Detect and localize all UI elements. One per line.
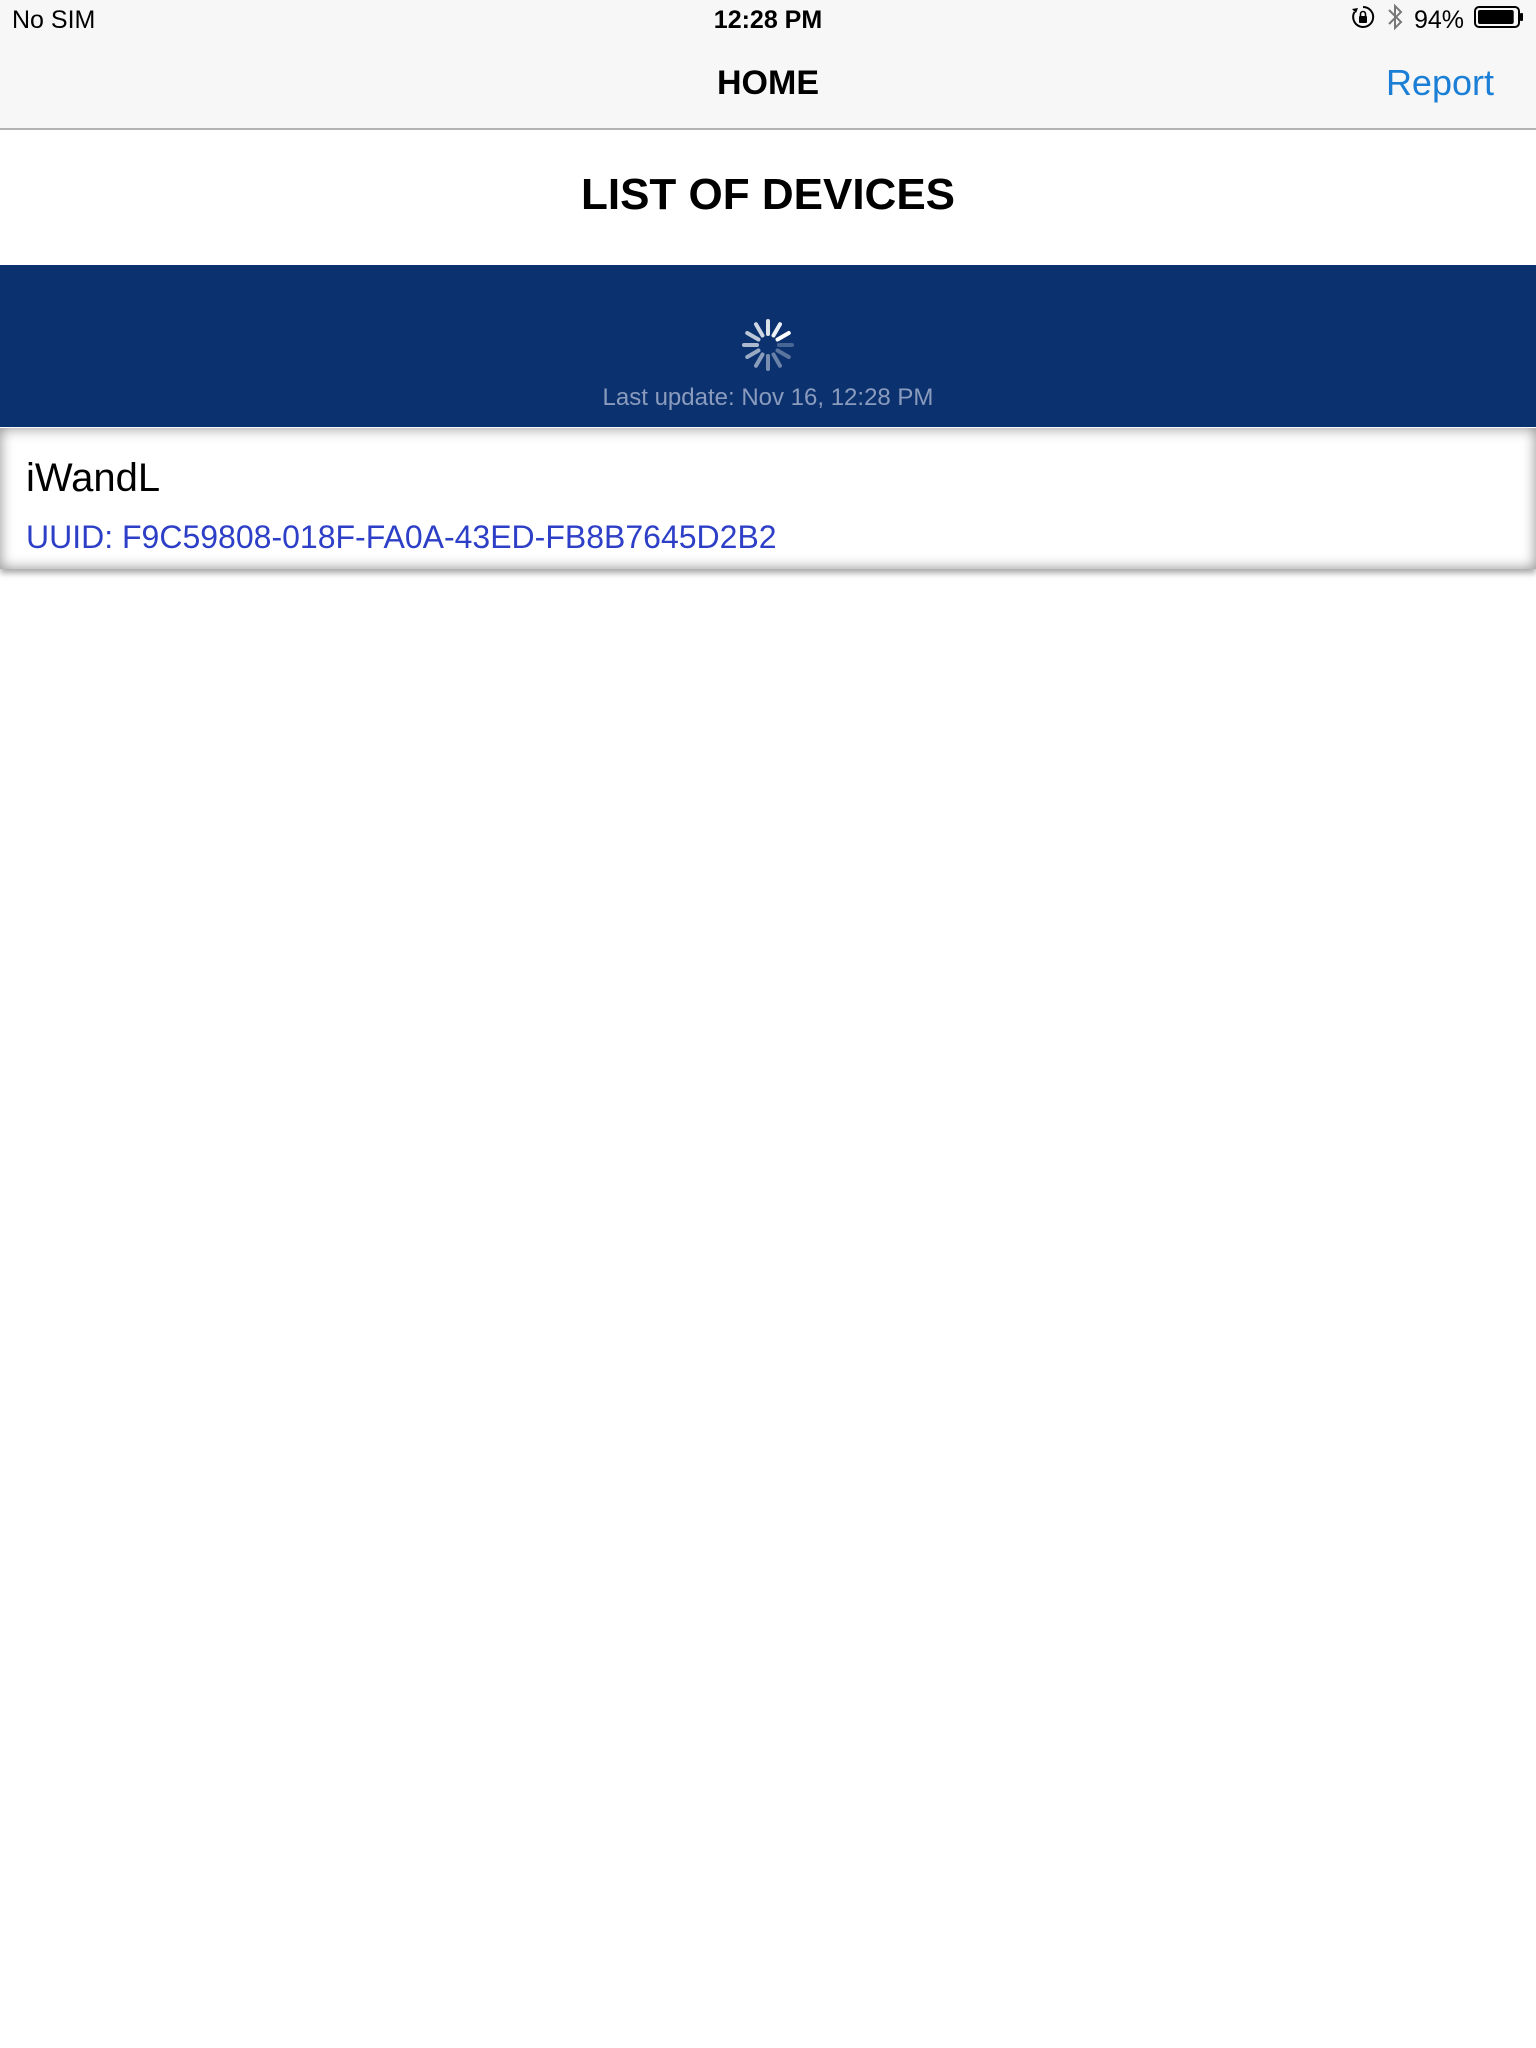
spinner-spoke (745, 331, 761, 342)
navigation-bar: HOME Report (0, 40, 1536, 130)
spinner-spoke (745, 348, 761, 359)
spinner-spoke (775, 331, 791, 342)
battery-percent: 94% (1413, 5, 1464, 34)
status-time: 12:28 PM (713, 6, 823, 34)
status-bar: No SIM 12:28 PM 94% (0, 0, 1536, 40)
pull-to-refresh-header[interactable]: Last update: Nov 16, 12:28 PM (0, 265, 1536, 427)
spinner-spoke (754, 352, 765, 368)
device-name: iWandL (26, 456, 161, 500)
report-button[interactable]: Report (1386, 62, 1494, 104)
rotation-lock-icon (1350, 4, 1376, 37)
battery-icon (1474, 5, 1524, 36)
device-uuid: UUID: F9C59808-018F-FA0A-43ED-FB8B7645D2… (26, 519, 777, 555)
status-right-group: 94% (1350, 2, 1524, 39)
page-title: LIST OF DEVICES (580, 170, 956, 219)
last-update-label: Last update: Nov 16, 12:28 PM (602, 384, 934, 411)
spinner-spoke (771, 352, 782, 368)
loading-spinner-icon (738, 315, 798, 375)
spinner-spoke (754, 322, 765, 338)
bluetooth-icon (1386, 2, 1404, 39)
device-list-item[interactable]: iWandL UUID: F9C59808-018F-FA0A-43ED-FB8… (0, 428, 1536, 569)
spinner-spoke (775, 348, 791, 359)
spinner-spoke (771, 322, 782, 338)
nav-title: HOME (717, 64, 819, 102)
